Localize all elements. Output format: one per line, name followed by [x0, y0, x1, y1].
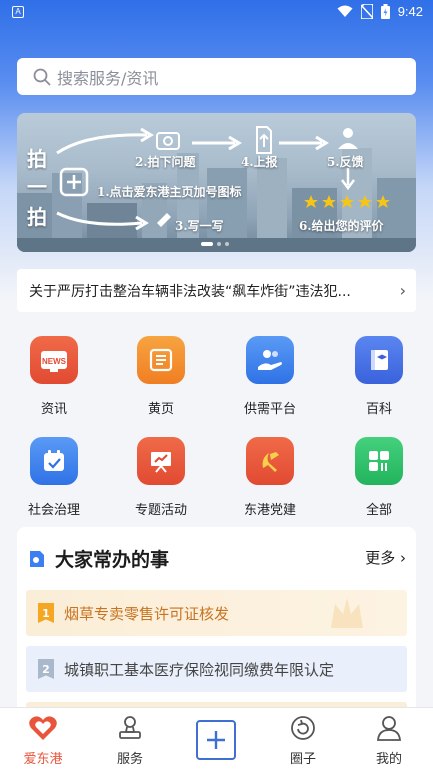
plus-icon	[207, 731, 225, 749]
service-label: 黄页	[147, 402, 174, 417]
service-news[interactable]: NEWS 资讯	[9, 336, 99, 417]
service-stamp-icon	[119, 716, 141, 739]
service-party-building[interactable]: 东港党建	[225, 437, 315, 518]
bottom-nav: 爱东港 服务 圈子 我的	[0, 707, 433, 771]
service-label: 供需平台	[243, 402, 296, 417]
tab-label: 爱东港	[23, 752, 63, 767]
notification-a-icon: A	[12, 6, 24, 18]
service-label: 资讯	[40, 402, 67, 417]
tab-home[interactable]: 爱东港	[8, 712, 78, 767]
tab-circle[interactable]: 圈子	[268, 712, 338, 767]
document-icon	[30, 550, 44, 567]
status-bar: A 9:42	[0, 0, 433, 26]
banner-step-3: 3.写一写	[175, 219, 224, 233]
service-label: 专题活动	[134, 503, 187, 518]
battery-icon	[380, 4, 390, 19]
yellow-pages-icon	[137, 336, 185, 384]
svg-text:NEWS: NEWS	[42, 357, 67, 366]
common-tasks-title: 大家常办的事	[55, 549, 170, 571]
news-icon: NEWS	[30, 336, 78, 384]
promo-banner[interactable]: 拍 一 拍 2.拍下问题 4.上报 5.反馈 1.点击爱东港主页加号图标 3.写…	[17, 113, 416, 252]
common-tasks-card: 大家常办的事 更多 › 1 烟草专卖零售许可证核发 2 城镇职工基本医疗保险视同…	[17, 527, 416, 712]
task-label: 烟草专卖零售许可证核发	[64, 604, 230, 623]
rank-badge: 1	[38, 603, 54, 623]
rank-badge: 2	[38, 659, 54, 679]
encyclopedia-icon	[355, 336, 403, 384]
more-link[interactable]: 更多 ›	[365, 547, 406, 568]
status-time: 9:42	[397, 4, 423, 19]
banner-pagination	[201, 242, 229, 246]
banner-dot-active	[201, 242, 213, 246]
more-label: 更多	[365, 549, 396, 567]
service-supply-demand[interactable]: 供需平台	[225, 336, 315, 417]
chevron-right-icon: ›	[399, 281, 406, 300]
banner-step-1: 1.点击爱东港主页加号图标	[97, 185, 242, 199]
search-placeholder: 搜索服务/资讯	[57, 68, 159, 88]
service-label: 东港党建	[243, 503, 296, 518]
search-icon	[33, 68, 51, 85]
banner-step-2: 2.拍下问题	[135, 155, 196, 169]
task-label: 城镇职工基本医疗保险视同缴费年限认定	[64, 660, 335, 679]
user-icon	[377, 716, 401, 741]
service-all[interactable]: 全部	[334, 437, 424, 518]
search-input[interactable]: 搜索服务/资讯	[17, 58, 416, 95]
task-item-1[interactable]: 1 烟草专卖零售许可证核发	[26, 590, 407, 636]
service-label: 社会治理	[27, 503, 80, 518]
banner-dot	[225, 242, 229, 246]
heart-icon	[29, 716, 57, 740]
grid-all-icon	[355, 437, 403, 485]
news-ticker[interactable]: 关于严厉打击整治车辆非法改装“飙车炸街”违法犯... ›	[17, 269, 416, 312]
service-social-governance[interactable]: 社会治理	[9, 437, 99, 518]
task-item-2[interactable]: 2 城镇职工基本医疗保险视同缴费年限认定	[26, 646, 407, 692]
circle-refresh-icon	[291, 716, 315, 740]
add-report-button[interactable]	[196, 720, 236, 760]
service-encyclopedia[interactable]: 百科	[334, 336, 424, 417]
tab-label: 服务	[116, 752, 143, 767]
tab-mine[interactable]: 我的	[354, 712, 424, 767]
tab-label: 圈子	[289, 752, 316, 767]
tab-label: 我的	[375, 752, 402, 767]
banner-step-5: 5.反馈	[327, 155, 364, 169]
wifi-icon	[337, 5, 353, 17]
calendar-check-icon	[30, 437, 78, 485]
crown-watermark-icon	[331, 598, 363, 628]
tab-service[interactable]: 服务	[95, 712, 165, 767]
supply-demand-icon	[246, 336, 294, 384]
news-ticker-text: 关于严厉打击整治车辆非法改装“飙车炸街”违法犯...	[29, 283, 351, 300]
chevron-right-icon: ›	[400, 549, 406, 567]
service-label: 百科	[365, 402, 392, 417]
party-emblem-icon	[246, 437, 294, 485]
presentation-icon	[137, 437, 185, 485]
service-special-events[interactable]: 专题活动	[116, 437, 206, 518]
common-tasks-header: 大家常办的事	[27, 545, 169, 572]
banner-step-6: 6.给出您的评价	[299, 219, 384, 233]
banner-dot	[217, 242, 221, 246]
banner-step-4: 4.上报	[241, 155, 278, 169]
no-sim-icon	[360, 4, 373, 19]
service-yellow-pages[interactable]: 黄页	[116, 336, 206, 417]
service-label: 全部	[365, 503, 392, 518]
